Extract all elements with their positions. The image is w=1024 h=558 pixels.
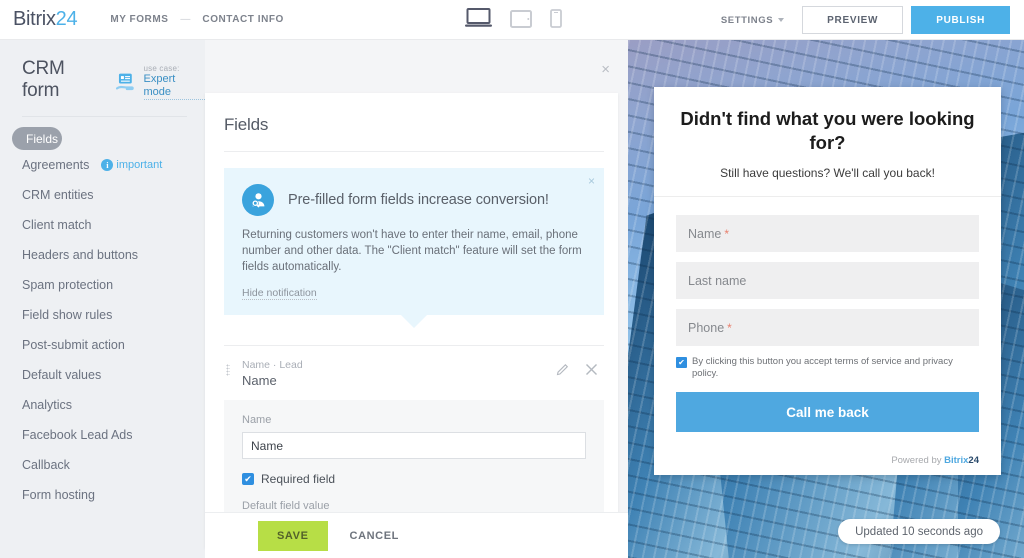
powered-by-brand: Bitrix <box>944 455 968 466</box>
consent-checkbox[interactable]: ✔ <box>676 357 687 368</box>
preview-phone-input[interactable]: Phone* <box>676 309 979 346</box>
preview-name-placeholder: Name <box>688 227 721 241</box>
sidebar-item-facebook-lead-ads[interactable]: Facebook Lead Ads <box>0 420 205 450</box>
form-body: Name* Last name Phone* ✔ By clicking thi… <box>654 197 1001 446</box>
sidebar-header: CRM form use case: Expert mode <box>0 40 205 102</box>
preview-name-input[interactable]: Name* <box>676 215 979 252</box>
sidebar-item-headers-and-buttons[interactable]: Headers and buttons <box>0 240 205 270</box>
publish-button[interactable]: PUBLISH <box>911 6 1010 34</box>
field-actions <box>556 363 598 381</box>
card-hand-icon <box>116 72 138 92</box>
device-switcher <box>465 8 562 33</box>
chevron-down-icon <box>778 18 784 22</box>
desktop-icon[interactable] <box>465 8 492 33</box>
form-preview-card: Didn't find what you were looking for? S… <box>654 87 1001 475</box>
field-subtitle: Name · Lead <box>242 359 604 371</box>
preview-button[interactable]: PREVIEW <box>802 6 903 34</box>
nav-contact-info[interactable]: CONTACT INFO <box>202 14 283 25</box>
preview-lastname-input[interactable]: Last name <box>676 262 979 299</box>
pencil-icon[interactable] <box>556 363 569 381</box>
field-header: Name · Lead Name <box>224 346 604 400</box>
consent-text: By clicking this button you accept terms… <box>692 356 979 380</box>
notification-close-icon[interactable]: × <box>588 174 595 188</box>
use-case-value[interactable]: Expert mode <box>144 73 205 100</box>
preview-pane: Didn't find what you were looking for? S… <box>628 40 1024 558</box>
sidebar-item-spam-protection[interactable]: Spam protection <box>0 270 205 300</box>
logo-number: 24 <box>56 8 78 30</box>
tablet-icon[interactable] <box>510 10 532 33</box>
bitrix-logo[interactable]: Bitrix24 <box>13 8 77 31</box>
sidebar-item-crm-entities[interactable]: CRM entities <box>0 180 205 210</box>
sidebar-item-post-submit-action[interactable]: Post-submit action <box>0 330 205 360</box>
consent-row[interactable]: ✔ By clicking this button you accept ter… <box>676 356 979 380</box>
sidebar-item-analytics[interactable]: Analytics <box>0 390 205 420</box>
default-value-label: Default field value <box>242 500 586 512</box>
settings-menu[interactable]: SETTINGS <box>721 15 784 26</box>
field-name-label: Name <box>242 414 586 426</box>
use-case-selector[interactable]: use case: Expert mode <box>116 64 205 100</box>
settings-label: SETTINGS <box>721 15 773 26</box>
sidebar: CRM form use case: Expert mode Fields <box>0 40 205 558</box>
form-header: Didn't find what you were looking for? S… <box>654 87 1001 196</box>
fields-card: Fields × Pre-filled form fields inc <box>205 93 618 548</box>
top-bar: Bitrix24 MY FORMS — CONTACT INFO <box>0 0 1024 40</box>
sidebar-item-callback[interactable]: Callback <box>0 450 205 480</box>
editor-panel: × Fields × Pre-filled f <box>205 40 628 558</box>
logo-text: Bitrix <box>13 8 56 30</box>
required-checkbox[interactable]: ✔ <box>242 473 254 485</box>
sidebar-list: Fields Agreements i important CRM entiti… <box>0 127 205 510</box>
fields-card-title: Fields <box>205 93 618 135</box>
sidebar-item-label: Agreements <box>22 158 89 172</box>
form-title: Didn't find what you were looking for? <box>676 107 979 155</box>
sidebar-divider <box>22 116 187 117</box>
sidebar-item-client-match[interactable]: Client match <box>0 210 205 240</box>
status-badge: Updated 10 seconds ago <box>838 519 1000 544</box>
notification-header: Pre-filled form fields increase conversi… <box>242 184 586 216</box>
editor-close-icon[interactable]: × <box>601 62 610 77</box>
top-nav: MY FORMS — CONTACT INFO <box>110 14 284 25</box>
notification-title: Pre-filled form fields increase conversi… <box>288 192 549 208</box>
important-label: important <box>116 159 162 171</box>
sidebar-item-form-hosting[interactable]: Form hosting <box>0 480 205 510</box>
page-title: CRM form <box>22 58 106 102</box>
card-rule <box>224 151 604 152</box>
bottom-action-bar: SAVE CANCEL <box>205 512 628 558</box>
preview-lastname-placeholder: Last name <box>688 274 746 288</box>
required-asterisk: * <box>727 321 732 335</box>
sidebar-item-agreements[interactable]: Agreements i important <box>0 150 205 180</box>
sidebar-item-default-values[interactable]: Default values <box>0 360 205 390</box>
required-field-row[interactable]: ✔ Required field <box>242 472 586 486</box>
sidebar-item-fields[interactable]: Fields <box>12 127 62 150</box>
required-field-label: Required field <box>261 472 335 486</box>
bitrix-form-designer: Bitrix24 MY FORMS — CONTACT INFO <box>0 0 1024 558</box>
field-title: Name <box>242 373 604 388</box>
nav-separator: — <box>180 14 190 25</box>
cancel-button[interactable]: CANCEL <box>350 530 399 542</box>
preview-phone-placeholder: Phone <box>688 321 724 335</box>
important-badge: i important <box>101 159 162 171</box>
call-me-back-button[interactable]: Call me back <box>676 392 979 432</box>
top-actions: SETTINGS PREVIEW PUBLISH <box>721 0 1010 40</box>
info-icon: i <box>101 159 113 171</box>
notification-banner: × Pre-filled form fields increase conver… <box>224 168 604 315</box>
person-search-icon <box>242 184 274 216</box>
powered-by-number: 24 <box>968 455 979 466</box>
field-remove-icon[interactable] <box>585 363 598 381</box>
mobile-icon[interactable] <box>550 9 562 33</box>
nav-my-forms[interactable]: MY FORMS <box>110 14 168 25</box>
drag-handle-icon[interactable] <box>226 364 230 376</box>
form-subtitle: Still have questions? We'll call you bac… <box>676 166 979 180</box>
field-name-input[interactable] <box>242 432 586 459</box>
powered-by-label: Powered by <box>891 455 941 466</box>
sidebar-item-field-show-rules[interactable]: Field show rules <box>0 300 205 330</box>
powered-by-footer: Powered by Bitrix24 <box>654 446 1001 475</box>
hide-notification-link[interactable]: Hide notification <box>242 287 317 300</box>
notification-body: Returning customers won't have to enter … <box>242 227 586 275</box>
required-asterisk: * <box>724 227 729 241</box>
save-button[interactable]: SAVE <box>258 521 328 551</box>
use-case-label: use case: <box>144 64 205 73</box>
